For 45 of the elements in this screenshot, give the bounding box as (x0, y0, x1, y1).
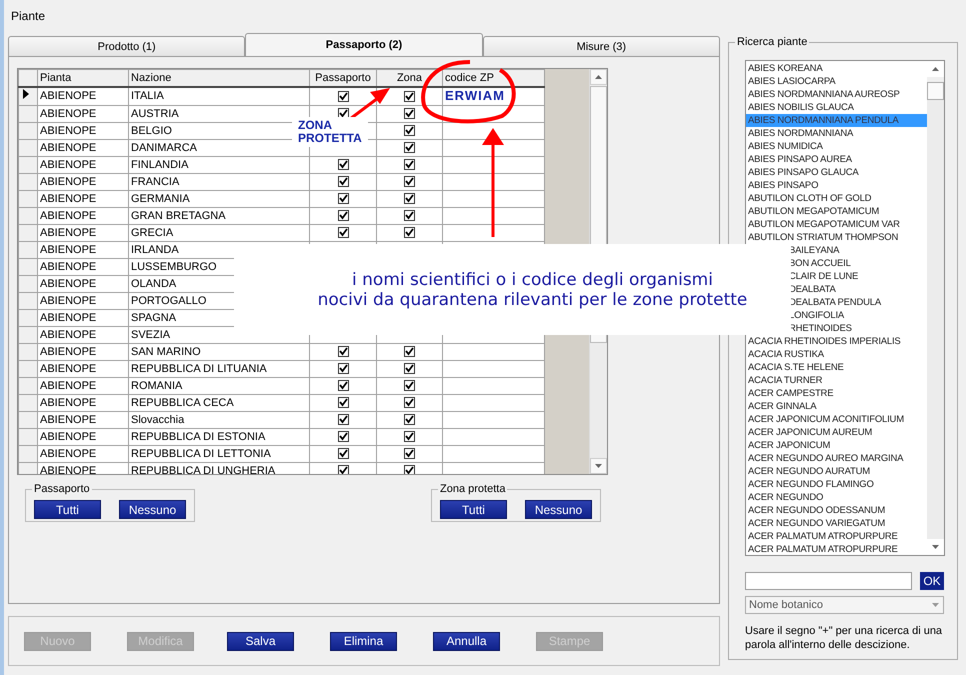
table-cell: ABIENOPE (38, 208, 128, 224)
group-title: Zona protetta (438, 483, 508, 495)
table-cell: ABIENOPE (38, 106, 128, 122)
group-title: Passaporto (32, 483, 92, 495)
table-cell: ABIENOPE (38, 122, 128, 140)
table-cell: ABIENOPE (38, 292, 128, 310)
table-cell: ABIENOPE (38, 190, 128, 208)
table-cell: ABIENOPE (38, 394, 128, 412)
table-cell: ABIENOPE (38, 360, 128, 378)
table-cell: ABIENOPE (38, 310, 128, 326)
table-cell: GERMANIA (128, 190, 310, 208)
table-cell: ROMANIA (128, 378, 310, 394)
table-cell: REPUBBLICA DI ESTONIA (128, 428, 310, 446)
table-cell: ABIENOPE (38, 378, 128, 394)
table-cell: FINLANDIA (128, 156, 310, 174)
table-cell: REPUBBLICA DI LITUANIA (128, 360, 310, 378)
note-text: i nomi scientifici o i codice degli organismi nocivi da quarantena rilevanti per le zone protette (318, 270, 748, 310)
table-cell: REPUBBLICA DI LETTONIA (128, 446, 310, 462)
group-title: Ricerca piante (735, 36, 810, 48)
table-cell: ABIENOPE (38, 87, 128, 106)
table-cell: ABIENOPE (38, 224, 128, 242)
table-cell: ABIENOPE (38, 412, 128, 428)
callout-label: ZONA PROTETTA (292, 117, 368, 147)
table-cell: ABIENOPE (38, 258, 128, 276)
table-cell: REPUBBLICA DI UNGHERIA (128, 462, 310, 474)
table-cell: REPUBBLICA CECA (128, 394, 310, 412)
table-cell: ABIENOPE (38, 174, 128, 190)
table-cell: ABIENOPE (38, 462, 128, 474)
table-cell: ABIENOPE (38, 156, 128, 174)
table-cell: GRECIA (128, 224, 310, 242)
help-text: Usare il segno "+" per una ricerca di una parola all'interno delle descizione. (745, 624, 944, 652)
table-cell: SAN MARINO (128, 344, 310, 360)
table-cell: ABIENOPE (38, 428, 128, 446)
table-cell: GRAN BRETAGNA (128, 208, 310, 224)
table-cell: ABIENOPE (38, 242, 128, 258)
table-cell: ABIENOPE (38, 344, 128, 360)
table-cell: ABIENOPE (38, 326, 128, 344)
table-cell: ERWIAM (445, 88, 505, 103)
table-cell: Slovacchia (128, 412, 310, 428)
table-cell: FRANCIA (128, 174, 310, 190)
table-cell: ABIENOPE (38, 446, 128, 462)
table-cell: ABIENOPE (38, 276, 128, 292)
table-cell: ABIENOPE (38, 140, 128, 156)
table-cell: ITALIA (128, 87, 310, 106)
window-title: Piante (11, 9, 46, 23)
